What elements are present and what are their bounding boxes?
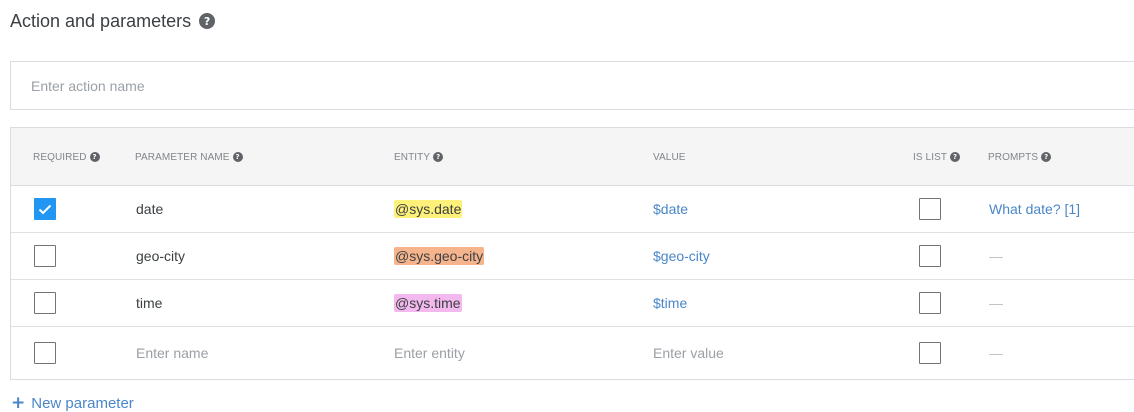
is-list-checkbox[interactable] [919,245,941,267]
table-row: date @sys.date $date What date? [1] [11,186,1134,233]
is-list-cell [919,327,941,379]
entity-tag[interactable]: @sys.time [394,294,462,312]
prompts-empty[interactable]: — [989,233,1003,279]
parameter-name[interactable]: date [136,186,163,232]
entity-cell[interactable]: @sys.date [394,186,463,232]
table-row-new: Enter name Enter entity Enter value — [11,327,1134,379]
table-row: geo-city @sys.geo-city $geo-city — [11,233,1134,280]
parameter-value[interactable]: $date [653,186,688,232]
column-label: PARAMETER NAME [135,151,230,163]
is-list-checkbox[interactable] [919,342,941,364]
column-header-required: REQUIRED ? [33,128,100,186]
is-list-cell [919,186,941,232]
action-name-input[interactable] [10,61,1134,110]
parameter-name[interactable]: time [136,280,162,326]
required-cell [34,327,56,379]
table-row: time @sys.time $time — [11,280,1134,327]
entity-input[interactable]: Enter entity [394,327,465,379]
new-parameter-button[interactable]: + New parameter [11,393,134,412]
column-header-is-list: IS LIST ? [913,128,961,186]
entity-tag[interactable]: @sys.date [394,200,463,218]
column-header-entity: ENTITY ? [394,128,444,186]
is-list-cell [919,280,941,326]
section-header: Action and parameters ? [10,8,216,34]
required-checkbox[interactable] [34,245,56,267]
prompts-empty[interactable]: — [989,280,1003,326]
parameters-table: REQUIRED ? PARAMETER NAME ? ENTITY ? VAL… [10,127,1134,380]
column-header-parameter-name: PARAMETER NAME ? [135,128,243,186]
entity-cell[interactable]: @sys.geo-city [394,233,485,279]
is-list-checkbox[interactable] [919,292,941,314]
help-icon[interactable]: ? [433,152,444,162]
column-label: PROMPTS [988,151,1039,163]
parameter-name-input[interactable]: Enter name [136,327,208,379]
is-list-checkbox[interactable] [919,198,941,220]
help-icon[interactable]: ? [1041,152,1052,162]
entity-cell[interactable]: @sys.time [394,280,462,326]
column-label: REQUIRED [33,151,87,163]
help-icon[interactable]: ? [89,152,100,162]
required-checkbox[interactable] [34,198,56,220]
column-label: ENTITY [394,151,431,163]
help-icon[interactable]: ? [199,13,216,29]
column-header-value: VALUE [653,128,686,186]
prompts-link[interactable]: What date? [1] [989,186,1080,232]
table-header: REQUIRED ? PARAMETER NAME ? ENTITY ? VAL… [11,128,1134,186]
section-title: Action and parameters [10,10,192,31]
column-label: VALUE [653,151,686,163]
help-icon[interactable]: ? [232,152,243,162]
entity-tag[interactable]: @sys.geo-city [394,247,485,265]
parameter-value[interactable]: $time [653,280,687,326]
checkmark-icon [38,204,52,214]
is-list-cell [919,233,941,279]
parameter-name[interactable]: geo-city [136,233,185,279]
required-cell [34,186,56,232]
required-checkbox[interactable] [34,342,56,364]
column-header-prompts: PROMPTS ? [988,128,1052,186]
column-label: IS LIST [913,151,948,163]
help-icon[interactable]: ? [950,152,961,162]
plus-icon: + [11,393,26,412]
new-parameter-label: New parameter [31,394,134,412]
required-cell [34,280,56,326]
required-checkbox[interactable] [34,292,56,314]
value-input[interactable]: Enter value [653,327,724,379]
required-cell [34,233,56,279]
parameter-value[interactable]: $geo-city [653,233,710,279]
prompts-empty[interactable]: — [989,327,1003,379]
